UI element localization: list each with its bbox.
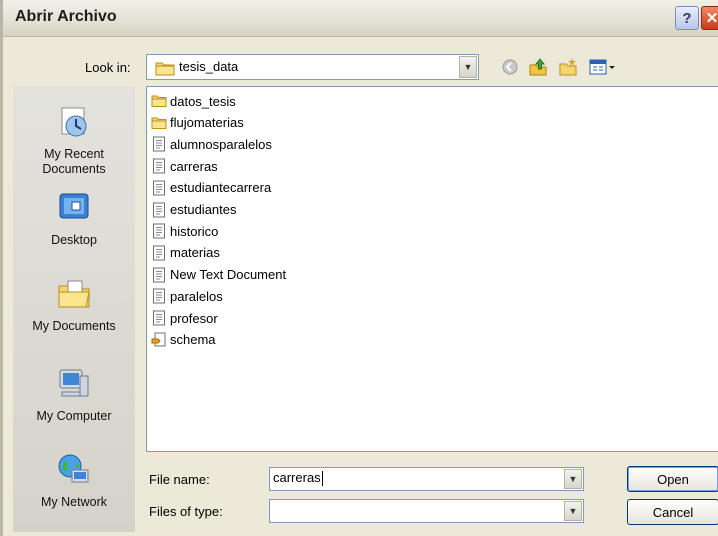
chevron-down-icon[interactable]: ▼	[564, 469, 582, 489]
file-name-label: File name:	[149, 472, 210, 487]
chevron-down-icon[interactable]: ▼	[564, 501, 582, 521]
places-bar: My Recent Documents Desktop My Documents…	[13, 86, 135, 532]
file-list-item[interactable]: historico	[151, 221, 218, 241]
file-list[interactable]: datos_tesis flujomaterias alumnosparalelos…	[146, 86, 718, 452]
file-name: estudiantecarrera	[170, 180, 272, 196]
folder-icon	[151, 117, 167, 129]
text-file-icon	[153, 267, 165, 283]
help-button[interactable]: ?	[675, 6, 699, 30]
text-file-icon	[153, 245, 165, 261]
recent-documents-icon	[61, 107, 87, 137]
close-button[interactable]: ✕	[701, 6, 718, 30]
file-name: carreras	[170, 158, 218, 174]
cancel-button[interactable]: Cancel	[627, 499, 718, 525]
file-name: flujomaterias	[170, 115, 244, 131]
place-label: My Network	[41, 495, 107, 509]
file-name: schema	[170, 332, 216, 348]
text-file-icon	[153, 202, 165, 217]
place-my-recent-documents[interactable]: My Recent Documents	[13, 104, 135, 177]
up-folder-icon[interactable]	[527, 56, 549, 78]
new-folder-icon[interactable]	[557, 56, 579, 78]
file-list-item[interactable]: estudiantes	[151, 200, 237, 220]
text-file-icon	[153, 158, 165, 174]
file-list-item[interactable]: alumnosparalelos	[151, 134, 272, 154]
file-list-item[interactable]: profesor	[151, 308, 218, 328]
text-file-icon	[153, 310, 165, 326]
file-list-item[interactable]: datos_tesis	[151, 91, 236, 111]
files-of-type-label: Files of type:	[149, 504, 223, 519]
text-file-icon	[153, 180, 165, 196]
look-in-dropdown[interactable]: tesis_data ▼	[146, 54, 479, 80]
file-name: profesor	[170, 310, 218, 326]
files-of-type-dropdown[interactable]: ▼	[269, 499, 584, 523]
file-name: historico	[170, 223, 219, 239]
my-network-icon	[58, 454, 89, 483]
file-name: New Text Document	[170, 267, 287, 283]
desktop-icon	[59, 193, 89, 219]
file-name: datos_tesis	[170, 93, 236, 109]
look-in-label: Look in:	[85, 60, 131, 75]
file-list-item[interactable]: paralelos	[151, 286, 223, 306]
folder-icon	[155, 62, 175, 76]
place-label: My Computer	[36, 409, 112, 423]
my-documents-icon	[58, 280, 90, 308]
file-name: estudiantes	[170, 202, 237, 217]
file-list-item[interactable]: materias	[151, 243, 220, 263]
dialog-title: Abrir Archivo	[15, 8, 117, 25]
place-my-documents[interactable]: My Documents	[13, 276, 135, 333]
place-my-computer[interactable]: My Computer	[13, 366, 135, 423]
text-file-icon	[153, 223, 165, 239]
file-name-value: carreras	[273, 470, 323, 487]
file-list-item[interactable]: schema	[151, 330, 216, 350]
back-icon[interactable]	[499, 56, 521, 78]
place-label: My Documents	[32, 319, 116, 333]
file-list-item[interactable]: New Text Document	[151, 265, 286, 285]
place-desktop[interactable]: Desktop	[13, 190, 135, 247]
open-button[interactable]: Open	[627, 466, 718, 492]
title-bar: Abrir Archivo ? ✕	[3, 0, 718, 37]
place-my-network[interactable]: My Network	[13, 452, 135, 509]
views-menu-icon[interactable]	[587, 56, 617, 78]
file-name: alumnosparalelos	[170, 136, 272, 152]
file-list-item[interactable]: carreras	[151, 156, 218, 176]
file-name: paralelos	[170, 288, 223, 304]
file-list-item[interactable]: estudiantecarrera	[151, 178, 271, 198]
folder-icon	[151, 95, 167, 107]
place-label: Desktop	[51, 233, 97, 247]
my-computer-icon	[59, 369, 89, 397]
look-in-value: tesis_data	[179, 59, 239, 74]
file-name-field[interactable]: carreras ▼	[269, 467, 584, 491]
chevron-down-icon[interactable]: ▼	[459, 56, 477, 78]
file-name: materias	[170, 245, 220, 261]
schema-file-icon	[151, 332, 166, 347]
open-file-dialog: Abrir Archivo ? ✕ Look in: tesis_data ▼ …	[0, 0, 718, 536]
close-icon: ✕	[705, 10, 718, 27]
place-label: My Recent Documents	[42, 147, 106, 176]
help-icon: ?	[682, 9, 692, 27]
text-file-icon	[153, 288, 165, 304]
file-list-item[interactable]: flujomaterias	[151, 113, 244, 133]
text-file-icon	[153, 136, 165, 152]
